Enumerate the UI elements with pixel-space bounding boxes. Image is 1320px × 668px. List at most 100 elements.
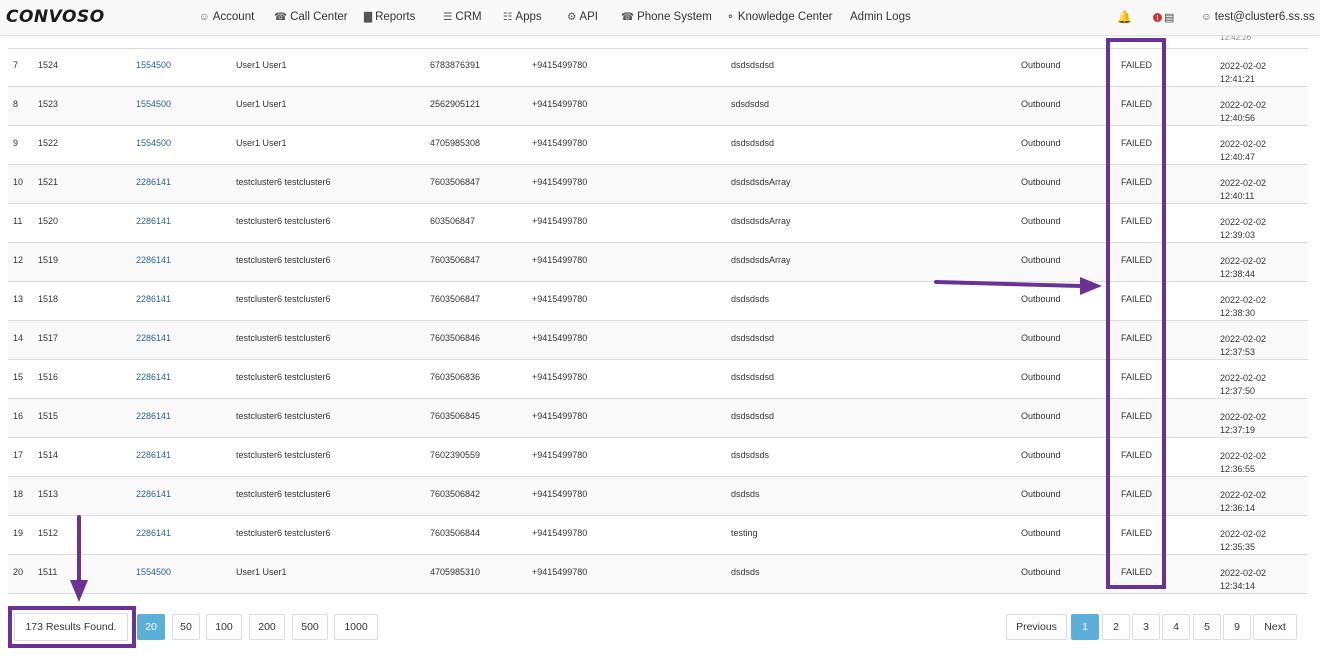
cell-id: 1512: [38, 528, 59, 538]
cell-n: 14: [13, 333, 24, 343]
cell-datetime: 2022-02-02 12:40:11: [1220, 177, 1266, 202]
cell-date: 2022-02-02: [1220, 373, 1267, 383]
nav-api[interactable]: ⚙ API: [567, 11, 598, 23]
previous-page-button[interactable]: Previous: [1006, 614, 1067, 640]
cell-text: dsdsdsds: [731, 450, 770, 460]
cell-user: User1 User1: [236, 99, 287, 109]
cell-date: 2022-02-02: [1220, 568, 1267, 578]
cell-link[interactable]: 2286141: [136, 177, 171, 187]
cell-link[interactable]: 1554500: [136, 99, 171, 109]
table-row: 15 1516 2286141 testcluster6 testcluster6 76…: [8, 360, 1308, 399]
page-size-50-button[interactable]: 50: [172, 614, 200, 640]
cell-link[interactable]: 2286141: [136, 294, 171, 304]
nav-crm[interactable]: ☰ CRM: [443, 11, 482, 23]
cell-dir: Outbound: [1021, 489, 1061, 499]
cell-id: 1513: [38, 489, 59, 499]
cell-caller: +9415499780: [532, 99, 588, 109]
cell-caller: +9415499780: [532, 177, 588, 187]
cell-status: FAILED: [1121, 333, 1153, 343]
cell-n: 20: [13, 567, 24, 577]
cell-number: 7603506836: [430, 372, 481, 382]
table-row: 10 1521 2286141 testcluster6 testcluster6 76…: [8, 165, 1308, 204]
page-size-100-button[interactable]: 100: [206, 614, 242, 640]
cell-date: 2022-02-02: [1220, 412, 1267, 422]
nav-phone-system[interactable]: ☎ Phone System: [621, 11, 712, 23]
table-row: 18 1513 2286141 testcluster6 testcluster6 76…: [8, 477, 1308, 516]
cell-link[interactable]: 2286141: [136, 450, 171, 460]
app-logo[interactable]: CONVOSO: [6, 7, 105, 27]
cell-number: 7603506842: [430, 489, 481, 499]
cell-n: 8: [13, 99, 19, 109]
cell-link[interactable]: 2286141: [136, 411, 171, 421]
cell-id: 1518: [38, 294, 59, 304]
page-4-button[interactable]: 4: [1162, 614, 1190, 640]
cell-time: 12:39:03: [1220, 229, 1256, 240]
cell-date: 2022-02-02: [1220, 100, 1267, 110]
user-email: test@cluster6.ss.ss: [1214, 11, 1315, 23]
cell-caller: +9415499780: [532, 528, 588, 538]
cell-text: dsdsdsdsd: [731, 60, 775, 70]
cell-time: 12:35:35: [1220, 541, 1256, 552]
cell-number: 7602390559: [430, 450, 481, 460]
cell-link[interactable]: 2286141: [136, 489, 171, 499]
page-size-20-button[interactable]: 20: [137, 614, 165, 640]
nav-reports[interactable]: ▇ Reports: [364, 11, 415, 23]
cell-caller: +9415499780: [532, 450, 588, 460]
cell-link[interactable]: 2286141: [136, 216, 171, 226]
page-size-500-button[interactable]: 500: [292, 614, 328, 640]
cell-datetime: 2022-02-02 12:40:56: [1220, 99, 1266, 124]
user-menu[interactable]: ☺ test@cluster6.ss.ss: [1201, 11, 1315, 23]
page-size-1000-button[interactable]: 1000: [334, 614, 378, 640]
cell-date: 2022-02-02: [1220, 451, 1267, 461]
alerts-button[interactable]: ! ▤: [1153, 10, 1174, 24]
cell-datetime: 2022-02-02 12:35:35: [1220, 528, 1266, 553]
cell-link[interactable]: 2286141: [136, 255, 171, 265]
cell-caller: +9415499780: [532, 372, 588, 382]
cell-dir: Outbound: [1021, 372, 1061, 382]
next-page-button[interactable]: Next: [1253, 614, 1297, 640]
cell-link[interactable]: 1554500: [136, 138, 171, 148]
cell-dir: Outbound: [1021, 450, 1061, 460]
cell-number: 7603506847: [430, 294, 481, 304]
cell-status: FAILED: [1121, 216, 1153, 226]
nav-knowledge-center[interactable]: ⚬ Knowledge Center: [726, 11, 832, 23]
phone-icon: ☎: [274, 11, 288, 23]
cell-link[interactable]: 2286141: [136, 528, 171, 538]
cell-link[interactable]: 2286141: [136, 333, 171, 343]
cell-id: 1520: [38, 216, 59, 226]
page-3-button[interactable]: 3: [1132, 614, 1160, 640]
cell-dir: Outbound: [1021, 294, 1061, 304]
cell-text: dsdsds: [731, 489, 760, 499]
cell-date: 2022-02-02: [1220, 334, 1267, 344]
cell-text: dsdsds: [731, 567, 760, 577]
bell-icon[interactable]: 🔔: [1117, 10, 1132, 24]
nav-apps[interactable]: ☷ Apps: [503, 11, 542, 23]
bar-chart-icon: ▇: [364, 11, 373, 23]
nav-call-center[interactable]: ☎ Call Center: [274, 11, 348, 23]
cell-dir: Outbound: [1021, 528, 1061, 538]
cell-datetime: 2022-02-02 12:39:03: [1220, 216, 1266, 241]
nav-account[interactable]: ☺ Account: [199, 11, 254, 23]
cell-user: User1 User1: [236, 138, 287, 148]
lightbulb-icon: ⚬: [726, 11, 735, 23]
database-icon: ▤: [1164, 12, 1175, 24]
cell-status: FAILED: [1121, 489, 1153, 499]
cell-text: dsdsdsdsArray: [731, 216, 791, 226]
cell-time: 12:37:19: [1220, 424, 1256, 435]
table-row: 9 1522 1554500 User1 User1 4705985308 +941549…: [8, 126, 1308, 165]
cell-number: 4705985308: [430, 138, 481, 148]
cell-text: dsdsdsdsd: [731, 138, 775, 148]
cell-number: 7603506846: [430, 333, 481, 343]
page-2-button[interactable]: 2: [1102, 614, 1130, 640]
cell-status: FAILED: [1121, 372, 1153, 382]
page-size-200-button[interactable]: 200: [249, 614, 285, 640]
page-9-button[interactable]: 9: [1223, 614, 1251, 640]
cell-link[interactable]: 1554500: [136, 60, 171, 70]
cell-link[interactable]: 1554500: [136, 567, 171, 577]
page-1-button[interactable]: 1: [1071, 614, 1099, 640]
page-5-button[interactable]: 5: [1193, 614, 1221, 640]
cell-number: 603506847: [430, 216, 476, 226]
cell-number: 7603506845: [430, 411, 481, 421]
nav-admin-logs[interactable]: Admin Logs: [850, 11, 911, 23]
cell-link[interactable]: 2286141: [136, 372, 171, 382]
